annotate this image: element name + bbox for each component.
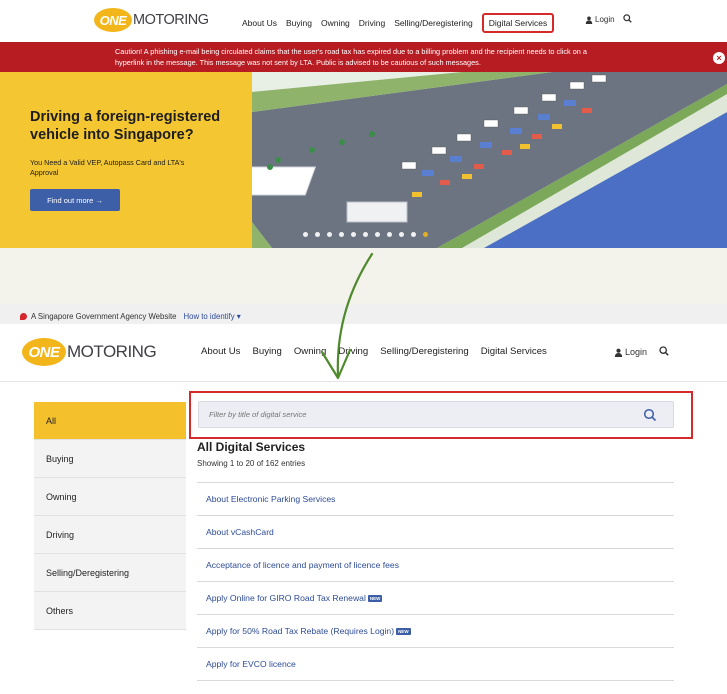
list-title: All Digital Services: [197, 440, 306, 454]
login-link[interactable]: Login: [614, 347, 647, 357]
top-nav-about-us[interactable]: About Us: [242, 18, 277, 28]
sidebar-item-all[interactable]: All: [34, 402, 186, 440]
top-nav-driving[interactable]: Driving: [359, 18, 385, 28]
list-item[interactable]: About vCashCard: [197, 516, 674, 549]
sidebar-item-others[interactable]: Others: [34, 592, 186, 630]
digital-services-list: About Electronic Parking Services About …: [197, 482, 674, 681]
onemotoring-logo[interactable]: ONE MOTORING: [94, 8, 209, 32]
singapore-lion-icon: [20, 313, 27, 320]
nav-about-us[interactable]: About Us: [201, 346, 240, 357]
service-link[interactable]: Apply Online for GIRO Road Tax Renewal: [206, 593, 366, 603]
nav-buying[interactable]: Buying: [252, 346, 281, 357]
sidebar-item-owning[interactable]: Owning: [34, 478, 186, 516]
service-link[interactable]: Acceptance of licence and payment of lic…: [206, 560, 399, 570]
top-nav-buying[interactable]: Buying: [286, 18, 312, 28]
list-item[interactable]: Apply for 50% Road Tax Rebate (Requires …: [197, 615, 674, 648]
nav-selling-deregistering[interactable]: Selling/Deregistering: [380, 346, 469, 357]
top-login-label: Login: [595, 15, 615, 24]
alert-close-icon[interactable]: ×: [713, 52, 725, 64]
carousel-dot[interactable]: [399, 232, 404, 237]
screenshot-root: ONE MOTORING About Us Buying Owning Driv…: [0, 0, 727, 694]
carousel-dot[interactable]: [411, 232, 416, 237]
carousel-dot-active[interactable]: [423, 232, 428, 237]
top-header: ONE MOTORING About Us Buying Owning Driv…: [0, 0, 727, 42]
top-search-icon[interactable]: [623, 14, 632, 23]
hero-title: Driving a foreign-registered vehicle int…: [30, 109, 221, 143]
top-main-nav: About Us Buying Owning Driving Selling/D…: [242, 13, 563, 33]
sidebar-item-driving[interactable]: Driving: [34, 516, 186, 554]
phishing-alert-banner: Caution! A phishing e-mail being circula…: [0, 42, 727, 72]
service-link[interactable]: Apply for 50% Road Tax Rebate (Requires …: [206, 626, 394, 636]
green-arrow-annotation: [320, 252, 374, 380]
service-filter: [198, 401, 674, 428]
carousel-dot[interactable]: [351, 232, 356, 237]
carousel-dot[interactable]: [375, 232, 380, 237]
gov-agency-text: A Singapore Government Agency Website: [31, 312, 177, 321]
sidebar-item-selling-deregistering[interactable]: Selling/Deregistering: [34, 554, 186, 592]
carousel-dot[interactable]: [303, 232, 308, 237]
top-nav-digital-services[interactable]: Digital Services: [481, 13, 555, 33]
logo-badge: ONE: [94, 8, 132, 32]
alert-text: Caution! A phishing e-mail being circula…: [115, 47, 587, 67]
category-sidebar: All Buying Owning Driving Selling/Deregi…: [34, 402, 186, 630]
logo-text: MOTORING: [133, 12, 209, 28]
carousel-dot[interactable]: [327, 232, 332, 237]
user-icon: [585, 16, 593, 24]
service-link[interactable]: About vCashCard: [206, 527, 274, 537]
list-item[interactable]: Acceptance of licence and payment of lic…: [197, 549, 674, 582]
list-entries-count: Showing 1 to 20 of 162 entries: [197, 459, 306, 468]
list-item[interactable]: Apply Online for GIRO Road Tax Renewal NE…: [197, 582, 674, 615]
top-login-link[interactable]: Login: [585, 15, 615, 24]
carousel-dot[interactable]: [339, 232, 344, 237]
list-item[interactable]: Apply for EVCO licence: [197, 648, 674, 681]
logo-badge: ONE: [22, 338, 66, 366]
carousel-dot[interactable]: [387, 232, 392, 237]
login-label: Login: [625, 347, 648, 357]
service-link[interactable]: About Electronic Parking Services: [206, 494, 335, 504]
user-icon: [614, 348, 623, 357]
hero-subtitle: You Need a Valid VEP, Autopass Card and …: [30, 158, 185, 177]
new-badge: NEW: [367, 594, 383, 602]
how-to-identify-link[interactable]: How to identify ▾: [183, 312, 240, 321]
onemotoring-logo-bottom[interactable]: ONE MOTORING: [22, 338, 157, 366]
carousel-dot[interactable]: [315, 232, 320, 237]
carousel-dot[interactable]: [363, 232, 368, 237]
sidebar-item-buying[interactable]: Buying: [34, 440, 186, 478]
new-badge: NEW: [396, 627, 411, 635]
list-item[interactable]: About Electronic Parking Services: [197, 483, 674, 516]
logo-text: MOTORING: [67, 342, 157, 361]
service-filter-input[interactable]: [209, 402, 629, 427]
top-nav-selling-deregistering[interactable]: Selling/Deregistering: [394, 18, 472, 28]
find-out-more-button[interactable]: Find out more →: [30, 189, 120, 211]
carousel-dots: [303, 232, 435, 237]
header-search-icon[interactable]: [659, 346, 669, 356]
service-link[interactable]: Apply for EVCO licence: [206, 659, 296, 669]
filter-search-icon[interactable]: [643, 408, 657, 422]
causeway-illustration: [252, 72, 727, 248]
top-nav-owning[interactable]: Owning: [321, 18, 350, 28]
nav-digital-services[interactable]: Digital Services: [481, 346, 547, 357]
hero-carousel: Driving a foreign-registered vehicle int…: [0, 72, 727, 248]
